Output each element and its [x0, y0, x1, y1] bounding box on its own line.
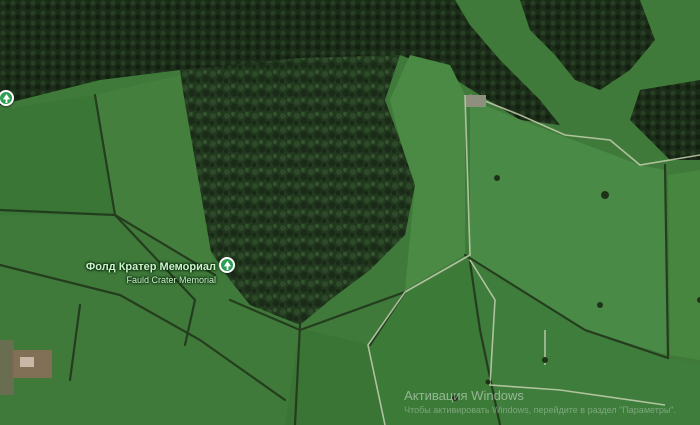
watermark-title: Активация Windows — [404, 388, 524, 403]
poi-marker-fauld[interactable] — [219, 257, 235, 273]
field-east-far — [668, 170, 700, 360]
tree-icon — [2, 93, 10, 103]
track-junction — [466, 95, 486, 107]
farm-road — [0, 340, 14, 395]
poi-label-en: Fauld Crater Memorial — [126, 275, 216, 286]
poi-label-ru: Фолд Кратер Мемориал — [85, 261, 216, 273]
poi-label-fauld[interactable]: Фолд Кратер Мемориал Fauld Crater Memori… — [86, 257, 216, 286]
tree-icon — [223, 260, 231, 270]
farm-building — [20, 357, 34, 367]
satellite-map[interactable] — [0, 0, 700, 425]
watermark-subtitle: Чтобы активировать Windows, перейдите в … — [404, 405, 676, 415]
windows-activation-watermark: Активация Windows Чтобы активировать Win… — [404, 388, 676, 415]
